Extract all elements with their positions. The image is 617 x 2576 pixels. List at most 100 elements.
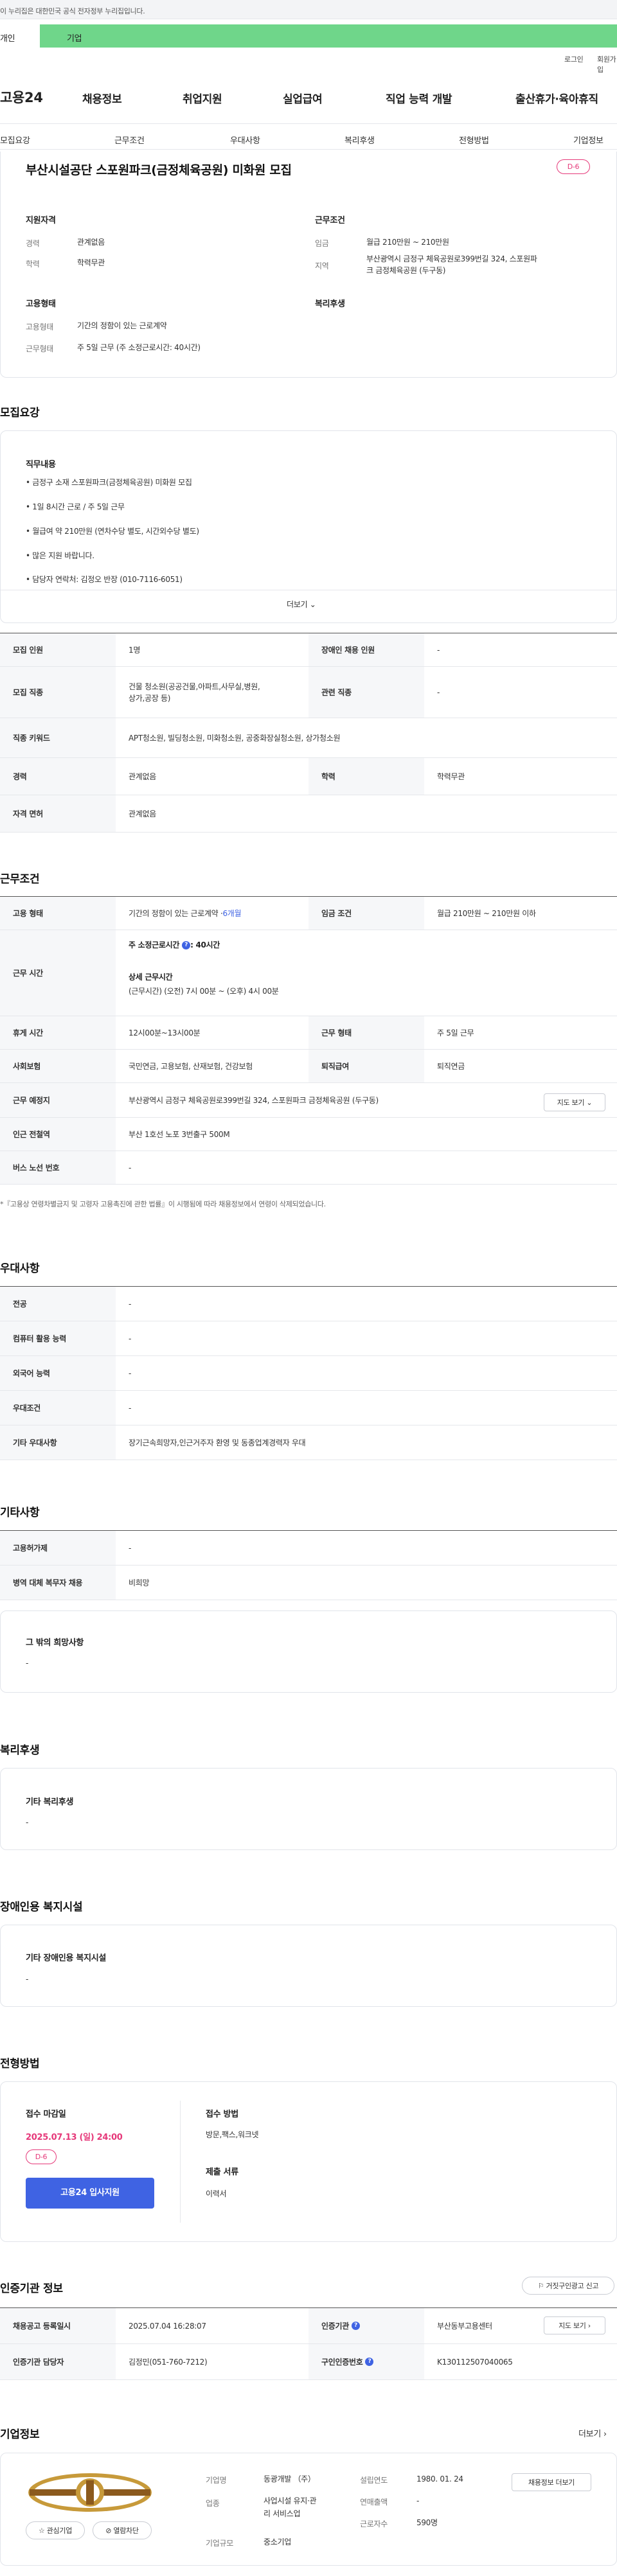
table-row: 컴퓨터 활용 능력 - [0,1321,617,1356]
signup-link[interactable]: 회원가입 [597,54,617,75]
pref-other-value: 장기근속희망자,인근거주자 환영 및 동종업계경력자 우대 [129,1438,306,1447]
industry-value-1: 사업시설 유지·관 [264,2496,317,2505]
company-jobs-button[interactable]: 채용정보 더보기 [512,2473,591,2491]
menu-training[interactable]: 직업 능력 개발 [386,90,452,106]
lang-label: 외국어 능력 [0,1356,116,1390]
cert-no-label-text: 구인인증번호 [321,2358,363,2367]
section-selection: 전형방법 [0,2058,40,2070]
size-value: 중소기업 [264,2537,291,2546]
table-row: 고용 형태 기간의 정함이 있는 근로계약 · 6개월 임금 조건 월급 210… [0,897,617,930]
hours-week-value: : 40시간 [190,940,220,949]
military-label: 병역 대체 복무자 채용 [0,1566,116,1600]
keyword-value: APT청소원, 빌딩청소원, 미화청소원, 공중화장실청소원, 상가청소원 [129,733,341,743]
insurance-label: 사회보험 [0,1050,116,1082]
employees-label: 근로자수 [360,2519,388,2528]
favorite-company-button[interactable]: ☆ 관심기업 [26,2521,85,2539]
headcount-value: 1명 [129,645,141,655]
info-icon[interactable]: ? [351,2322,360,2330]
apply-button[interactable]: 고용24 입사지원 [26,2178,154,2209]
related-label: 관련 직종 [308,667,424,718]
worktype-row-value: 주 5일 근무 [437,1028,474,1037]
age-note: *『고용상 연령차별금지 및 고령자 고용촉진에 관한 법률』이 시행됨에 따라… [0,1200,326,1208]
header-divider [0,123,617,124]
subnav-welfare[interactable]: 복리후생 [344,134,375,146]
section-recruit: 모집요강 [0,407,40,419]
block-view-button[interactable]: ⊘ 열람차단 [93,2521,152,2539]
wage-value: 월급 210만원 ~ 210만원 [366,238,449,247]
section-welfare: 복리후생 [0,1744,40,1757]
emptype-row-value: 기간의 정함이 있는 근로계약 · 6개월 [116,897,308,930]
region-label: 지역 [315,261,329,270]
page-title: 부산시설공단 스포원파크(금정체육공원) 미화원 모집 [26,163,292,177]
permit-value: - [129,1543,132,1553]
worktype-row-label: 근무 형태 [308,1016,424,1049]
contract-months: 6개월 [222,908,242,918]
pref-cond-value: - [129,1403,132,1413]
info-icon[interactable]: ? [365,2358,374,2366]
tab-individual[interactable]: 개인 [0,24,40,48]
gov-notice: 이 누리집은 대한민국 공식 전자정부 누리집입니다. [0,7,145,15]
section-etc: 기타사항 [0,1506,40,1519]
pref-other-label: 기타 우대사항 [0,1425,116,1460]
revenue-label: 연매출액 [360,2498,388,2507]
hours-week-label: 주 소정근로시간 [129,940,180,949]
table-row: 경력 관계없음 학력 학력무관 [0,758,617,795]
table-row: 사회보험 국민연금, 고용보험, 산재보험, 건강보험 퇴직급여 퇴직연금 [0,1050,617,1083]
favorite-label: 관심기업 [46,2527,73,2535]
section-preference: 우대사항 [0,1262,40,1275]
map-button[interactable]: 지도 보기 ⌄ [544,1093,605,1111]
employees-value: 590명 [416,2518,438,2527]
pc-label: 컴퓨터 활용 능력 [0,1321,116,1355]
subnav-selection[interactable]: 전형방법 [459,134,489,146]
deadline-dday-badge: D-6 [26,2149,57,2164]
block-icon: ⊘ [105,2527,112,2535]
more-button[interactable]: 더보기 ⌄ [287,599,316,610]
duty-item: • 많은 지원 바랍니다. [26,551,94,560]
subnav-company[interactable]: 기업정보 [573,134,604,146]
job-value: 건물 청소원(공공건물,아파트,사무실,병원, 상가,공장 등) [116,667,308,718]
lang-value: - [129,1368,132,1378]
edu-label: 학력 [26,260,40,269]
headcount-label: 모집 인원 [0,633,116,666]
wage-label: 임금 [315,239,329,248]
chevron-down-icon: ⌄ [586,1098,593,1107]
chevron-right-icon: › [603,2430,607,2439]
table-row: 전공 - [0,1287,617,1321]
emptype-text: 기간의 정함이 있는 근로계약 · [129,908,223,918]
disabled-value: - [437,645,440,655]
license-label: 자격 면허 [0,795,116,832]
subway-value: 부산 1호선 노포 3번출구 500M [129,1129,230,1139]
subnav-conditions[interactable]: 근무조건 [114,134,145,146]
company-logo [26,2470,154,2515]
login-link[interactable]: 로그인 [564,54,584,64]
founded-value: 1980. 01. 24 [416,2475,463,2483]
site-logo[interactable]: 고용24 [0,87,43,107]
subnav-recruit[interactable]: 모집요강 [0,134,30,146]
gov-banner: 이 누리집은 대한민국 공식 전자정부 누리집입니다. [0,0,617,19]
hours-week: 주 소정근로시간?: 40시간 [129,939,220,950]
info-icon[interactable]: ? [182,941,191,949]
menu-employment-support[interactable]: 취업지원 [183,90,222,106]
menu-leave[interactable]: 출산휴가·육아휴직 [515,90,598,106]
table-row: 고용허가제 - [0,1531,617,1566]
company-more-label: 더보기 [578,2430,601,2439]
hours-detail-title: 상세 근무시간 [129,973,173,982]
docs-title: 제출 서류 [206,2167,238,2177]
subnav-preference[interactable]: 우대사항 [230,134,260,146]
menu-unemployment[interactable]: 실업급여 [283,90,323,106]
tab-business[interactable]: 기업 [40,24,617,48]
insurance-value: 국민연금, 고용보험, 산재보험, 건강보험 [129,1061,253,1071]
company-more-link[interactable]: 더보기 › [578,2427,607,2439]
report-button[interactable]: ⚐ 거짓구인광고 신고 [522,2277,614,2295]
menu-jobs[interactable]: 채용정보 [82,90,122,106]
more-label: 더보기 [287,600,308,609]
table-row: 인증기관 담당자 김정민(051-760-7212) 구인인증번호? K1301… [0,2344,617,2380]
edu-value: 학력무관 [77,258,105,267]
worktype-label: 근무형태 [26,344,53,353]
agency-map-button[interactable]: 지도 보기 › [544,2316,605,2334]
job-label: 모집 직종 [0,667,116,718]
selection-card [0,2081,617,2242]
table-row: 모집 직종 건물 청소원(공공건물,아파트,사무실,병원, 상가,공장 등) 관련… [0,667,617,718]
table-row: 자격 면허 관계없음 [0,795,617,833]
chevron-right-icon: › [587,2322,591,2330]
